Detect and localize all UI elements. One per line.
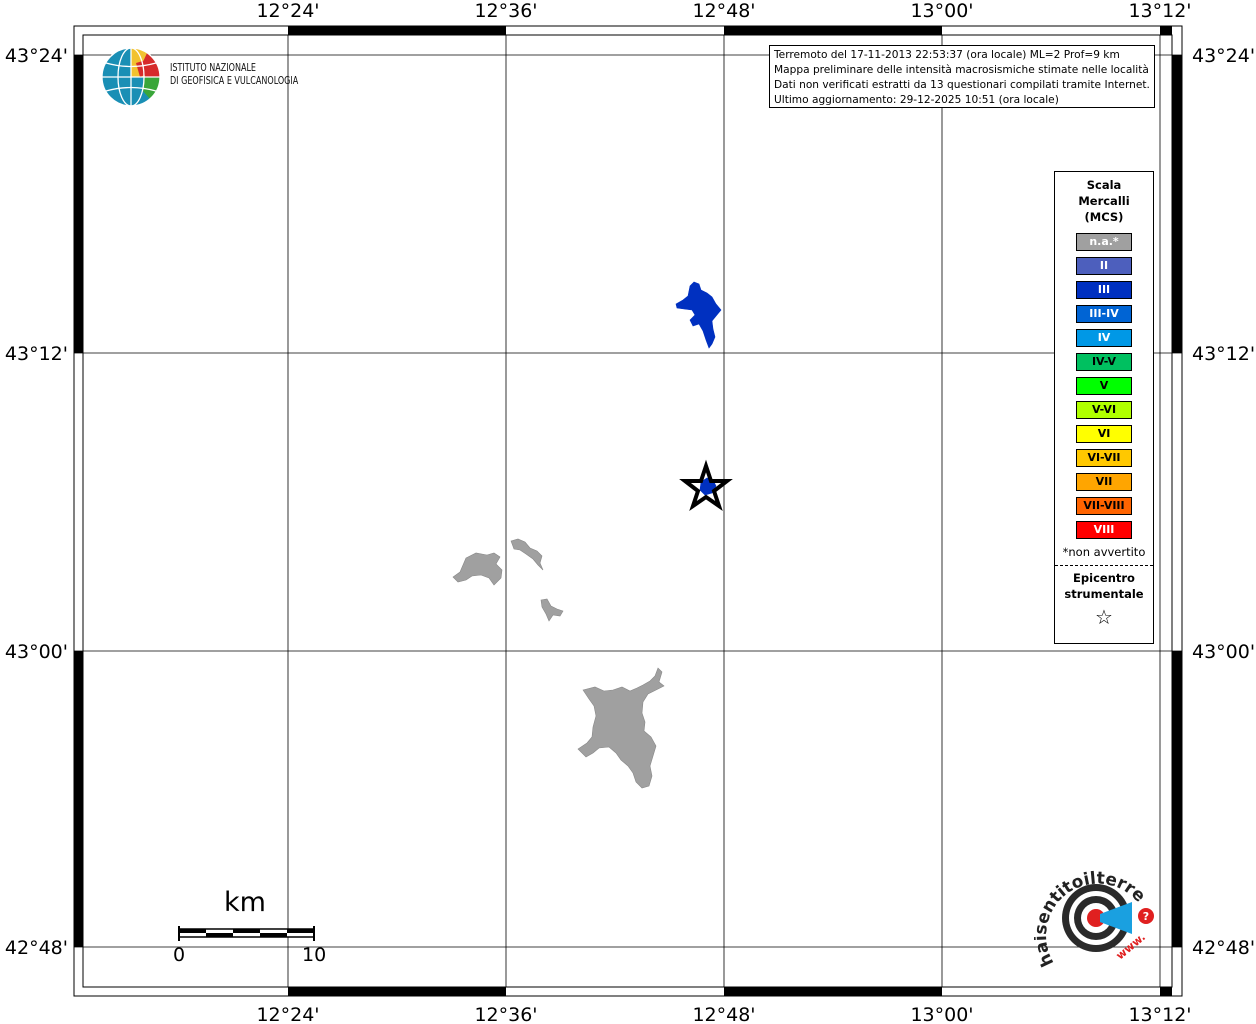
legend-item-vii-viii: VII-VIII <box>1076 497 1132 515</box>
legend-item-n-a: n.a.* <box>1076 233 1132 251</box>
frame-border-left <box>74 55 83 947</box>
lat-label-left-4: 42°48' <box>5 937 68 959</box>
frame-border-bottom <box>288 987 1172 996</box>
hsn-logo[interactable]: ? haisentitoilterremoto.it www. <box>1034 868 1164 978</box>
legend-items: n.a.* II III III-IV IV IV-V V V-VI VI VI-VII VII VI… <box>1055 233 1153 539</box>
lon-label-bottom-1: 12°24' <box>256 1004 319 1024</box>
legend-star-icon: ☆ <box>1095 605 1113 629</box>
ingv-logo: ISTITUTO NAZIONALE DI GEOFISICA E VULCAN… <box>100 46 330 110</box>
legend-note: *non avvertito <box>1062 545 1146 559</box>
ingv-logo-line-1: ISTITUTO NAZIONALE <box>170 62 257 74</box>
legend-separator <box>1055 565 1153 566</box>
scale-bar <box>178 926 315 941</box>
legend-title: Scala Mercalli (MCS) <box>1055 177 1153 225</box>
map-outer-frame <box>73 25 1183 997</box>
lat-label-left-2: 43°12' <box>5 343 68 365</box>
legend-item-iv-v: IV-V <box>1076 353 1132 371</box>
event-info-box: Terremoto del 17-11-2013 22:53:37 (ora l… <box>769 45 1155 108</box>
graticule <box>74 35 1182 987</box>
legend-item-viii: VIII <box>1076 521 1132 539</box>
ingv-logo-text: ISTITUTO NAZIONALE DI GEOFISICA E VULCAN… <box>170 62 298 88</box>
lon-label-bottom-2: 12°36' <box>474 1004 537 1024</box>
area-na-south[interactable] <box>577 667 665 789</box>
map-inner-frame <box>82 34 1173 988</box>
scale-bar-title: km <box>224 887 266 918</box>
frame-border-top <box>288 26 1172 35</box>
lon-label-top-1: 12°24' <box>256 0 319 22</box>
area-na-small[interactable] <box>540 598 564 622</box>
legend-item-v-vi: V-VI <box>1076 401 1132 419</box>
scale-bar-start: 0 <box>173 944 186 966</box>
lon-label-bottom-3: 12°48' <box>692 1004 755 1024</box>
legend-epicenter-label: Epicentro strumentale <box>1055 570 1153 602</box>
mcs-legend: Scala Mercalli (MCS) n.a.* II III III-IV IV I… <box>1054 171 1154 644</box>
lon-label-top-2: 12°36' <box>474 0 537 22</box>
lon-label-bottom-5: 13°12' <box>1128 1004 1191 1024</box>
legend-epicenter-line-1: Epicentro <box>1073 571 1135 585</box>
lat-label-right-1: 43°24' <box>1192 45 1255 67</box>
event-info-line-3: Dati non verificati estratti da 13 quest… <box>774 79 1150 91</box>
legend-epicenter-line-2: strumentale <box>1064 587 1144 601</box>
lat-label-right-4: 42°48' <box>1192 937 1255 959</box>
event-info-line-1: Terremoto del 17-11-2013 22:53:37 (ora l… <box>774 49 1120 61</box>
area-na-west[interactable] <box>452 552 503 586</box>
event-info-line-2: Mappa preliminare delle intensità macros… <box>774 64 1149 76</box>
globe-icon <box>101 47 161 107</box>
legend-item-ii: II <box>1076 257 1132 275</box>
area-na-center[interactable] <box>510 538 544 571</box>
legend-item-vi: VI <box>1076 425 1132 443</box>
lat-label-left-3: 43°00' <box>5 641 68 663</box>
area-intensity-III[interactable] <box>675 281 722 349</box>
scale-bar-end: 10 <box>302 944 327 966</box>
legend-item-vii: VII <box>1076 473 1132 491</box>
lat-label-right-3: 43°00' <box>1192 641 1255 663</box>
legend-item-iii-iv: III-IV <box>1076 305 1132 323</box>
legend-item-iv: IV <box>1076 329 1132 347</box>
legend-title-line-2: Mercalli <box>1078 194 1130 208</box>
legend-title-line-3: (MCS) <box>1084 210 1124 224</box>
lon-label-top-3: 12°48' <box>692 0 755 22</box>
legend-item-v: V <box>1076 377 1132 395</box>
lon-label-top-4: 13°00' <box>910 0 973 22</box>
legend-title-line-1: Scala <box>1086 178 1122 192</box>
lon-label-top-5: 13°12' <box>1128 0 1191 22</box>
svg-text:?: ? <box>1143 910 1149 923</box>
lat-label-left-1: 43°24' <box>5 45 68 67</box>
event-info-line-4: Ultimo aggiornamento: 29-12-2025 10:51 (… <box>774 94 1059 106</box>
lat-label-right-2: 43°12' <box>1192 343 1255 365</box>
ingv-logo-line-2: DI GEOFISICA E VULCANOLOGIA <box>170 75 299 87</box>
legend-item-iii: III <box>1076 281 1132 299</box>
lon-label-bottom-4: 13°00' <box>910 1004 973 1024</box>
frame-border-right <box>1172 55 1182 947</box>
legend-item-vi-vii: VI-VII <box>1076 449 1132 467</box>
